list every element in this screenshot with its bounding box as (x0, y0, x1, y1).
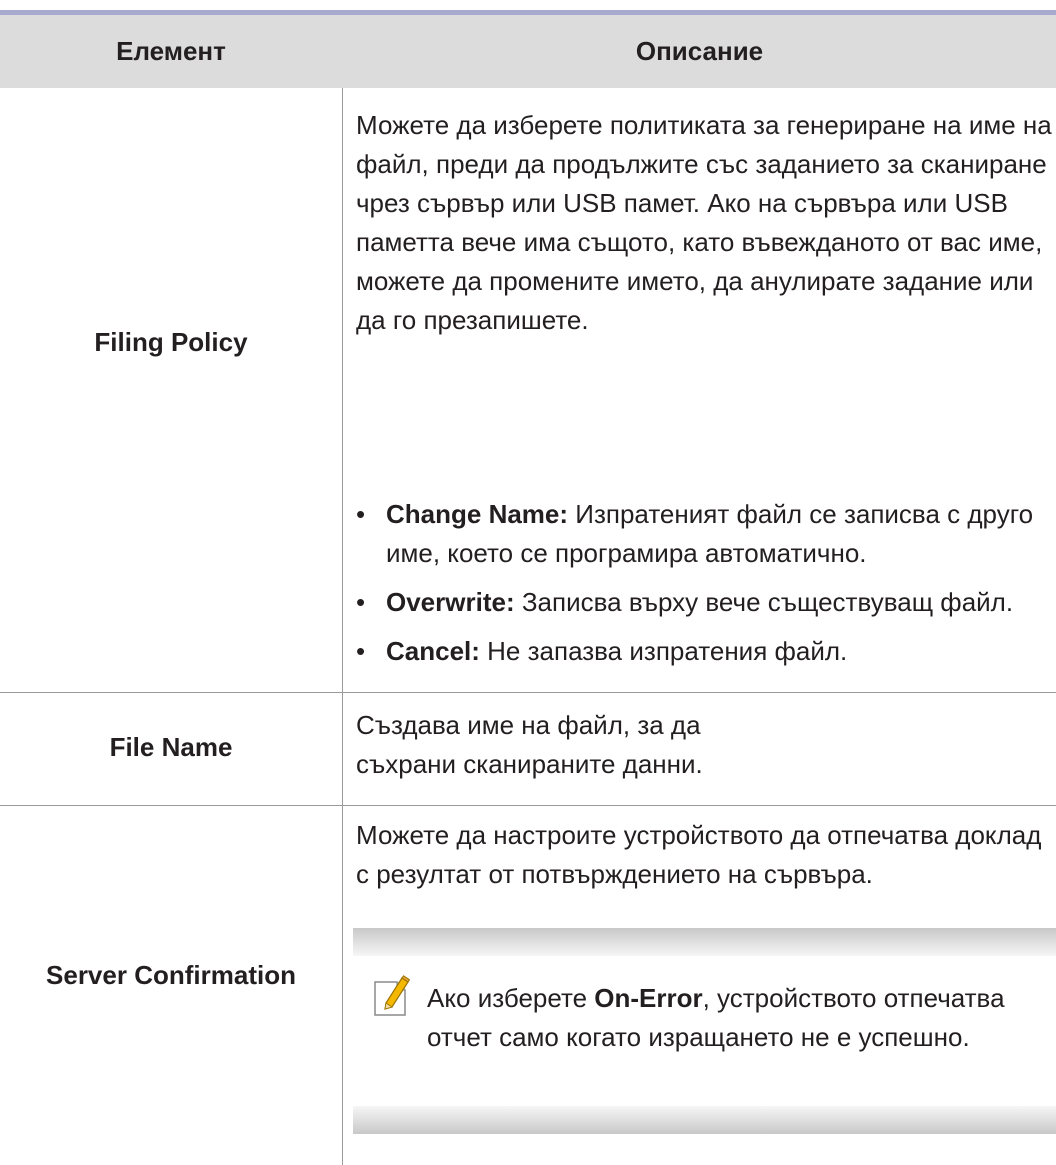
list-item: • Overwrite: Записва върху вече съществу… (356, 583, 1052, 622)
list-item: • Cancel: Не запазва изпратения файл. (356, 632, 1052, 671)
row-description-filing-policy: Можете да изберете политиката за генерир… (356, 110, 1052, 335)
note-box: Ако изберете On-Error, устройството отпе… (353, 928, 1056, 1134)
header-description: Описание (635, 36, 764, 66)
note-bottom-band (353, 1106, 1056, 1134)
row-description-server-confirmation: Можете да настроите устройството да отпе… (356, 820, 1042, 889)
bullet-icon: • (356, 499, 366, 529)
option-text: Не запазва изпратения файл. (487, 636, 848, 666)
note-top-band (353, 928, 1056, 956)
bullet-icon: • (356, 636, 366, 666)
row-item-server-confirmation: Server Confirmation (46, 960, 296, 990)
column-divider (342, 88, 343, 1165)
row-separator (0, 692, 1056, 693)
option-term: Cancel: (386, 636, 480, 666)
note-text: Ако изберете On-Error, устройството отпе… (427, 983, 1005, 1052)
option-term: Change Name: (386, 499, 569, 529)
bullet-icon: • (356, 587, 366, 617)
row-separator (0, 805, 1056, 806)
option-text: Записва върху вече съществуващ файл. (521, 587, 1014, 617)
note-term: On-Error (594, 983, 703, 1013)
list-item: • Change Name: Изпратеният файл се запис… (356, 495, 1052, 573)
header-item: Елемент (116, 36, 226, 66)
note-pencil-icon (374, 975, 411, 1016)
option-term: Overwrite: (386, 587, 515, 617)
filing-policy-options: • Change Name: Изпратеният файл се запис… (356, 495, 1052, 681)
manual-page: Елемент Описание Filing Policy Можете да… (0, 0, 1056, 1165)
table-header: Елемент Описание (0, 15, 1056, 88)
row-description-file-name: Създава име на файл, за да съхрани скани… (356, 710, 703, 779)
row-item-filing-policy: Filing Policy (94, 327, 248, 357)
row-item-file-name: File Name (109, 732, 233, 762)
